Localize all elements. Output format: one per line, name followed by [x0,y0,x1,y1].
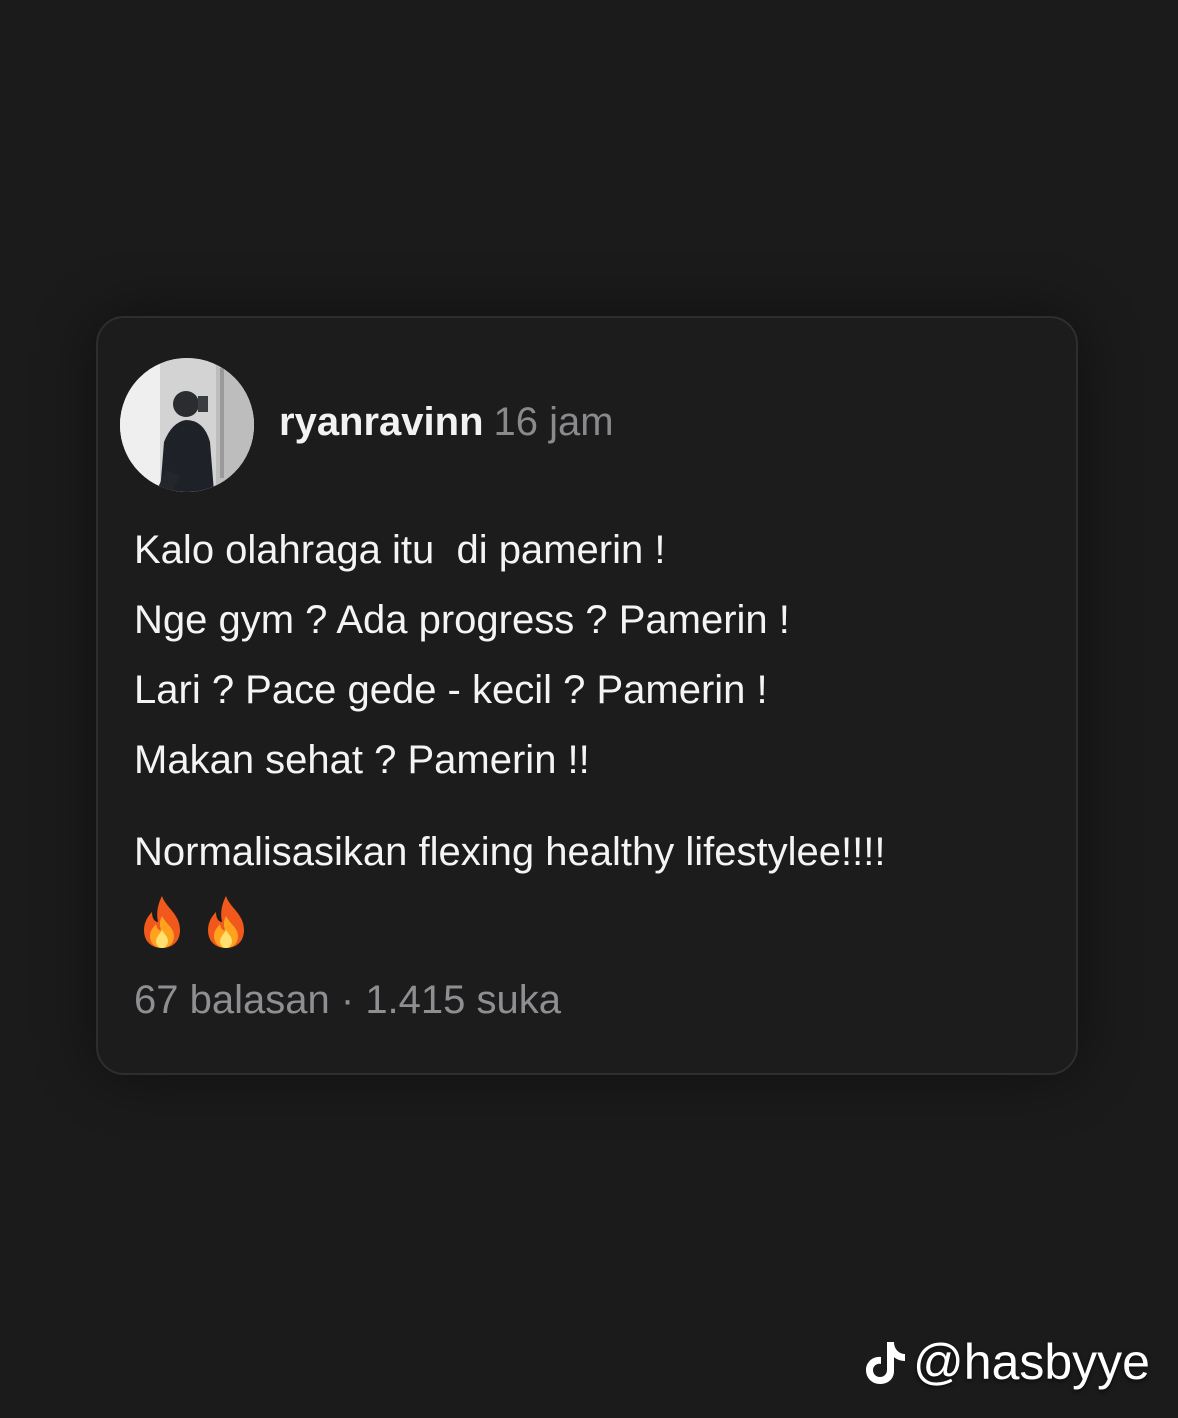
emoji-row [134,887,1054,957]
stats-separator: · [340,978,355,1022]
fire-icon [144,896,180,948]
replies-count[interactable]: 67 balasan [134,978,330,1022]
post-line: Makan sehat ? Pamerin !! [134,738,590,782]
post-header: ryanravinn 16 jam [279,390,614,454]
fire-icon [208,896,244,948]
post-stats: 67 balasan · 1.415 suka [134,968,561,1032]
watermark-handle: @hasbyye [913,1334,1150,1390]
post-line: Nge gym ? Ada progress ? Pamerin ! [134,598,790,642]
likes-count[interactable]: 1.415 suka [365,978,561,1022]
avatar-photo [120,358,254,492]
post-closing-line: Normalisasikan flexing healthy lifestyle… [134,830,886,874]
tiktok-icon [866,1342,905,1384]
post-time: 16 jam [493,400,614,444]
post-line: Kalo olahraga itu di pamerin ! [134,528,666,572]
watermark: @hasbyye [863,1332,1150,1392]
avatar[interactable] [120,358,254,492]
post-body: Kalo olahraga itu di pamerin ! Nge gym ?… [134,515,1054,957]
username[interactable]: ryanravinn [279,400,484,444]
post-line: Lari ? Pace gede - kecil ? Pamerin ! [134,668,768,712]
post-card: ryanravinn 16 jam Kalo olahraga itu di pa… [96,316,1078,1075]
